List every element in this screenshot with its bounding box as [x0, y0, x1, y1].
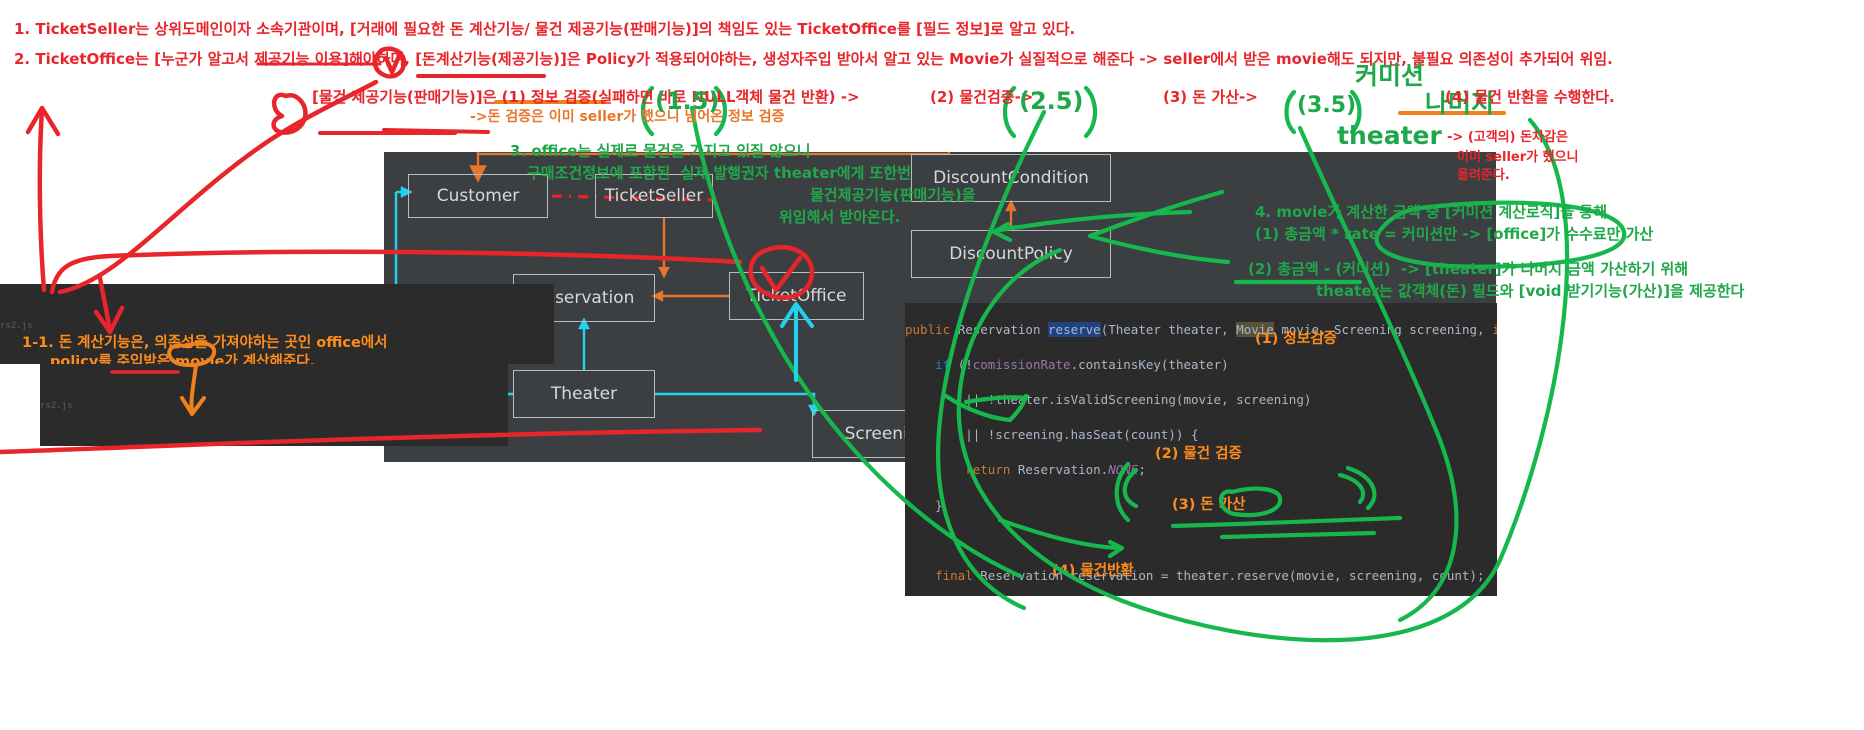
uml-box-label: Theater [550, 384, 618, 404]
note-step-3-5: (3.5) [1297, 93, 1357, 118]
note-green-5: 4. movie가 계산한 금액 중 [커미션 계산로직]을 통해 [1255, 203, 1608, 221]
uml-box-label: DiscountPolicy [949, 244, 1073, 264]
note-step-4-sub2: 이미 seller가 했으니 [1457, 150, 1579, 165]
code-annotation-3: (3) 돈 가산 [1172, 497, 1246, 513]
code-panel-movie-calculatefee[interactable]: rs2.js public Money calculateFee(Screeni… [40, 364, 508, 446]
code-line: if (!comissionRate.containsKey(theater) [935, 356, 1229, 372]
screenshot-root: Customer TicketSeller DiscountCondition … [0, 0, 1864, 730]
code-annotation-2: (2) 물건 검증 [1155, 446, 1242, 462]
note-step-4-sub1: -> (고객의) 돈차감은 [1447, 130, 1568, 145]
uml-box-discountpolicy[interactable]: DiscountPolicy [911, 230, 1111, 278]
note-line-3a: [물건 제공기능(판매기능)]은 (1) 정보 검증(실패하면 바로 NULL객… [312, 88, 860, 106]
note-green-3: 물건제공기능(판매기능)을 [810, 186, 976, 204]
uml-box-label: Customer [436, 186, 520, 206]
note-step-1-5: (1.5) [655, 87, 720, 115]
code-note-1-1: 1-1. 돈 계산기능은, 의존성을 가져야하는 곳인 office에서 [22, 335, 388, 351]
note-scribble-theater: theater [1337, 121, 1442, 150]
note-step-4: (4) 물건 반환을 수행한다. [1445, 88, 1615, 106]
note-step-3: (3) 돈 가산-> [1163, 88, 1258, 106]
note-line-3b: ->돈 검증은 이미 seller가 했으니 넘어온 정보 검증 [470, 109, 785, 125]
code-line: || !theater.isValidScreening(movie, scre… [905, 391, 1312, 407]
note-scribble-commission: 커미션 [1355, 61, 1425, 90]
note-green-7: (2) 총금액 - (커미션) -> [theater]가 나머지 금액 가산하… [1248, 260, 1689, 278]
code-annotation-4: (4) 물건반환 [1052, 563, 1134, 579]
uml-box-label: TicketOffice [746, 286, 847, 306]
note-green-2: 구매조건정보에 포함된 실제 발행권자 theater에게 또한번 [527, 164, 912, 182]
code-line: return Reservation.NONE; [965, 462, 1146, 478]
uml-box-ticketoffice[interactable]: TicketOffice [729, 272, 864, 320]
note-green-8: theater는 값객체(돈) 필드와 [void 받기기능(가산)]을 제공한… [1316, 282, 1745, 300]
note-step-4-sub3: 올려준다. [1457, 168, 1510, 183]
uml-box-label: TicketSeller [604, 186, 704, 206]
note-step-2: (2) 물건검증-> [930, 88, 1034, 106]
uml-box-theater[interactable]: Theater [513, 370, 655, 418]
code-tab-label[interactable]: rs2.js [40, 398, 508, 415]
note-line-1: 1. TicketSeller는 상위도메인이자 소속기관이며, [거래에 필요… [14, 20, 1076, 38]
note-green-4: 위임해서 받아온다. [779, 208, 901, 226]
note-green-1: 3. office는 실제로 물건을 가지고 있질 않으니 [510, 142, 811, 160]
uml-box-label: DiscountCondition [933, 168, 1089, 188]
code-annotation-1: (1) 정보검증 [1255, 331, 1337, 347]
note-step-2-5: (2.5) [1019, 87, 1084, 115]
note-green-6: (1) 총금액 * rate = 커미션만 -> [office]가 수수료만 … [1255, 225, 1654, 243]
code-line: public Reservation reserve(Theater theat… [905, 321, 1497, 337]
code-line: final Reservation reservation = theater.… [935, 567, 1485, 583]
